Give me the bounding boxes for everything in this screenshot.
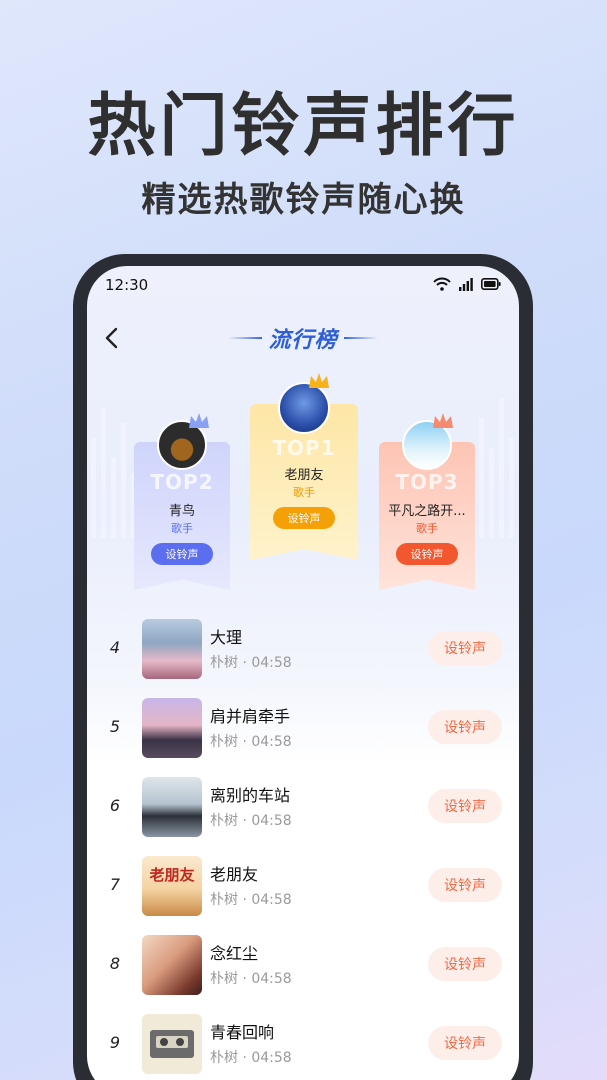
list-item[interactable]: 9 青春回响 朴树 · 04:58 设铃声: [87, 1009, 519, 1079]
list-rank: 5: [109, 717, 121, 736]
list-title: 念红尘: [210, 944, 259, 963]
list-title: 大理: [210, 628, 243, 647]
chevron-left-icon[interactable]: [101, 326, 123, 350]
podium-artist-top2: 歌手: [171, 522, 193, 535]
podium-set-ringtone-button-top1[interactable]: 设铃声: [273, 507, 335, 529]
list-item[interactable]: 6 离别的车站 朴树 · 04:58 设铃声: [87, 772, 519, 842]
battery-icon: [481, 278, 501, 290]
podium-set-ringtone-button-top2[interactable]: 设铃声: [151, 543, 213, 565]
podium-rank-top2: TOP2: [150, 470, 214, 494]
promo-headline: 热门铃声排行: [87, 87, 520, 166]
cover-image: [142, 935, 202, 995]
podium-artist-top1: 歌手: [293, 486, 315, 499]
list-meta: 朴树 · 04:58: [210, 655, 292, 671]
list-meta: 朴树 · 04:58: [210, 813, 292, 829]
set-ringtone-button[interactable]: 设铃声: [428, 631, 502, 665]
nav-title-wrap: 流行榜: [217, 322, 389, 354]
list-rank: 9: [109, 1033, 121, 1052]
list-rank: 4: [109, 638, 121, 657]
set-ringtone-button[interactable]: 设铃声: [428, 710, 502, 744]
list-rank: 7: [109, 875, 121, 894]
status-bar: 12:30: [87, 266, 519, 306]
podium-artist-top3: 歌手: [416, 522, 438, 535]
list-title: 老朋友: [210, 865, 259, 884]
cover-image: 老朋友: [142, 856, 202, 916]
list-meta: 朴树 · 04:58: [210, 1050, 292, 1066]
list-rank: 8: [109, 954, 121, 973]
podium-song-top1: 老朋友: [284, 468, 324, 483]
top-nav: 流行榜: [87, 318, 519, 358]
cassette-icon: [150, 1030, 194, 1058]
list-meta: 朴树 · 04:58: [210, 734, 292, 750]
title-deco-left: [228, 337, 263, 339]
list-item[interactable]: 8 念红尘 朴树 · 04:58 设铃声: [87, 930, 519, 1000]
signal-icon: [459, 277, 473, 291]
cover-image: [142, 698, 202, 758]
crown-icon: [309, 373, 329, 388]
promo-subline: 精选热歌铃声随心换: [141, 180, 466, 220]
podium-rank-top1: TOP1: [272, 436, 336, 460]
list-title: 青春回响: [210, 1023, 275, 1042]
list-title: 离别的车站: [210, 786, 291, 805]
podium-rank-top3: TOP3: [395, 470, 459, 494]
phone-screen: 12:30 流行榜 TOP2 青鸟 歌手 设铃声 TOP1 老朋友 歌手 设铃声…: [87, 266, 519, 1080]
crown-icon: [189, 413, 209, 428]
set-ringtone-button[interactable]: 设铃声: [428, 789, 502, 823]
list-item[interactable]: 5 肩并肩牵手 朴树 · 04:58 设铃声: [87, 693, 519, 763]
set-ringtone-button[interactable]: 设铃声: [428, 1026, 502, 1060]
page-title: 流行榜: [268, 328, 338, 353]
podium-song-top3: 平凡之路开...: [388, 504, 466, 519]
list-item[interactable]: 4 大理 朴树 · 04:58 设铃声: [87, 614, 519, 684]
list-rank: 6: [109, 796, 121, 815]
title-deco-right: [343, 337, 378, 339]
cover-image: [142, 777, 202, 837]
cover-image: [142, 1014, 202, 1074]
list-meta: 朴树 · 04:58: [210, 892, 292, 908]
set-ringtone-button[interactable]: 设铃声: [428, 868, 502, 902]
list-item[interactable]: 7 老朋友 老朋友 朴树 · 04:58 设铃声: [87, 851, 519, 921]
set-ringtone-button[interactable]: 设铃声: [428, 947, 502, 981]
list-title: 肩并肩牵手: [210, 707, 291, 726]
crown-icon: [433, 413, 453, 428]
wifi-icon: [433, 277, 451, 291]
cover-title-text: 老朋友: [149, 866, 195, 884]
podium-set-ringtone-button-top3[interactable]: 设铃声: [396, 543, 458, 565]
podium-song-top2: 青鸟: [168, 504, 195, 519]
status-time: 12:30: [105, 276, 149, 294]
cover-image: [142, 619, 202, 679]
list-meta: 朴树 · 04:58: [210, 971, 292, 987]
